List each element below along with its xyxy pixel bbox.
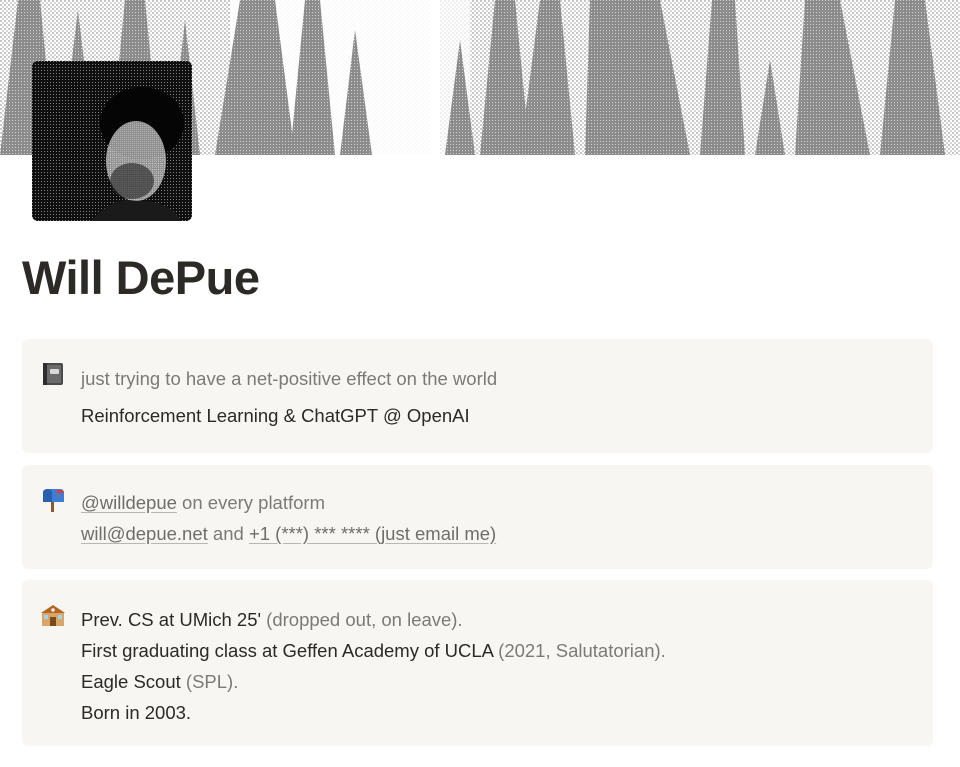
bio-role: Reinforcement Learning & ChatGPT @ OpenA… xyxy=(81,405,470,426)
school-icon xyxy=(40,602,66,628)
handle-suffix: on every platform xyxy=(176,492,325,513)
callout-education: Prev. CS at UMich 25' (dropped out, on l… xyxy=(22,580,933,746)
phone-link[interactable]: +1 (***) *** **** (just email me) xyxy=(249,523,496,544)
handle-link[interactable]: @willdepue xyxy=(81,492,177,513)
education-line: Prev. CS at UMich 25' (dropped out, on l… xyxy=(81,609,463,630)
mailbox-icon xyxy=(40,487,66,513)
email-link[interactable]: will@depue.net xyxy=(81,523,208,544)
highschool-line: First graduating class at Geffen Academy… xyxy=(81,640,666,661)
born-line: Born in 2003. xyxy=(81,702,192,723)
page-title: Will DePue xyxy=(22,251,260,304)
notebook-icon xyxy=(40,361,66,387)
and-text: and xyxy=(207,523,249,544)
avatar xyxy=(32,61,192,221)
callout-bio: just trying to have a net-positive effec… xyxy=(22,339,933,453)
bio-tagline: just trying to have a net-positive effec… xyxy=(81,368,498,389)
callout-contact: @willdepue on every platform will@depue.… xyxy=(22,465,933,569)
scout-line: Eagle Scout (SPL). xyxy=(81,671,239,692)
